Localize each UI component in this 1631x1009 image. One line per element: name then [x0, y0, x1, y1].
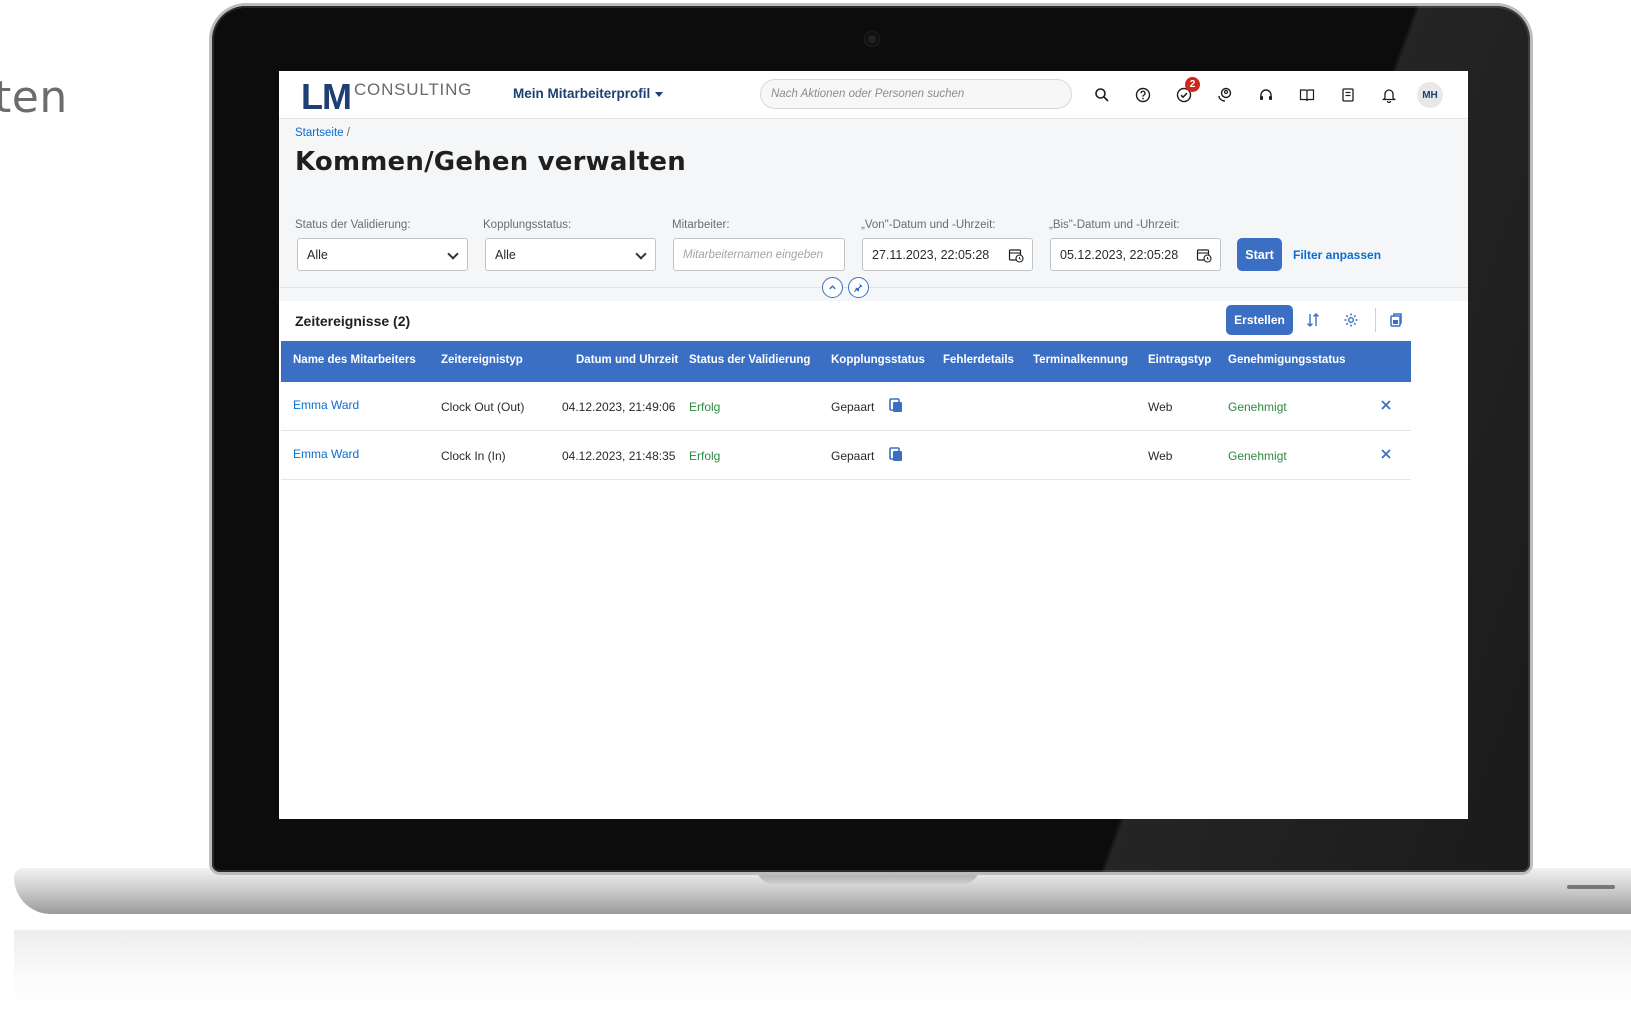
from-date-input[interactable]: 27.11.2023, 22:05:28 [862, 238, 1033, 271]
filter-divider [279, 287, 1468, 288]
table-header: Name des Mitarbeiters Zeitereignistyp Da… [281, 341, 1411, 382]
profile-menu[interactable]: Mein Mitarbeiterprofil [513, 86, 664, 101]
search-icon[interactable] [1081, 81, 1122, 109]
column-header[interactable]: Datum und Uhrzeit [576, 354, 678, 366]
to-date-input[interactable]: 05.12.2023, 22:05:28 [1050, 238, 1221, 271]
entry-type: Web [1148, 400, 1173, 414]
gear-icon[interactable] [1341, 310, 1361, 330]
profile-menu-label: Mein Mitarbeiterprofil [513, 86, 651, 101]
help-icon[interactable] [1122, 81, 1163, 109]
column-header[interactable]: Terminalkennung [1033, 354, 1128, 366]
employee-filter-label: Mitarbeiter: [672, 219, 730, 231]
sort-icon[interactable] [1303, 310, 1323, 330]
employee-name-link[interactable]: Emma Ward [293, 398, 359, 412]
bell-icon[interactable] [1368, 81, 1409, 109]
event-datetime: 04.12.2023, 21:49:06 [562, 400, 676, 414]
adapt-filters-link[interactable]: Filter anpassen [1293, 248, 1381, 262]
table-row[interactable]: Emma Ward Clock Out (Out) 04.12.2023, 21… [281, 382, 1411, 431]
company-logo[interactable]: LM CONSULTING [301, 77, 472, 117]
side-text: ten [0, 72, 68, 123]
book-icon[interactable] [1286, 81, 1327, 109]
pin-icon [853, 283, 863, 293]
delete-icon[interactable] [1378, 446, 1394, 462]
table-title: Zeitereignisse (2) [295, 313, 411, 329]
search-input[interactable] [760, 79, 1072, 109]
logo-sub: CONSULTING [353, 80, 473, 99]
validation-status: Erfolg [689, 449, 721, 463]
column-header[interactable]: Kopplungsstatus [831, 354, 925, 366]
approval-status: Genehmigt [1228, 449, 1287, 463]
notification-badge: 2 [1185, 77, 1200, 92]
approval-status: Genehmigt [1228, 400, 1287, 414]
event-type: Clock Out (Out) [441, 400, 525, 414]
column-header[interactable]: Eintragstyp [1148, 354, 1211, 366]
page-title: Kommen/Gehen verwalten [295, 147, 686, 177]
app-screen: LM CONSULTING Mein Mitarbeiterprofil 2 [279, 71, 1468, 819]
breadcrumb-separator: / [346, 127, 350, 139]
laptop-reflection [14, 930, 1631, 1009]
employee-filter-placeholder: Mitarbeiternamen eingeben [683, 248, 824, 261]
validation-status: Erfolg [689, 400, 721, 414]
delete-icon[interactable] [1378, 397, 1394, 413]
start-button[interactable]: Start [1237, 238, 1282, 271]
coupling-filter-select[interactable]: Alle [485, 238, 656, 271]
chevron-down-icon [447, 248, 459, 260]
from-date-label: „Von"-Datum und -Uhrzeit: [861, 219, 996, 231]
event-type: Clock In (In) [441, 449, 506, 463]
table-row[interactable]: Emma Ward Clock In (In) 04.12.2023, 21:4… [281, 431, 1411, 480]
paired-details-icon[interactable] [888, 397, 904, 413]
collapse-header-button[interactable] [822, 277, 843, 298]
export-icon[interactable] [1386, 310, 1406, 330]
chevron-up-icon [829, 285, 836, 290]
validation-filter-select[interactable]: Alle [297, 238, 468, 271]
employee-filter-input[interactable]: Mitarbeiternamen eingeben [673, 238, 845, 271]
marketing-image: ten LM CONSULTING Mein Mitarbeiterprofil [0, 0, 1631, 1009]
column-header[interactable]: Fehlerdetails [943, 354, 1014, 366]
tasks-icon[interactable]: 2 [1163, 77, 1204, 109]
employee-name-link[interactable]: Emma Ward [293, 447, 359, 461]
pin-header-button[interactable] [848, 277, 869, 298]
camera [865, 32, 879, 46]
paired-details-icon[interactable] [888, 446, 904, 462]
guide-icon[interactable] [1327, 81, 1368, 109]
column-header[interactable]: Zeitereignistyp [441, 354, 523, 366]
entry-type: Web [1148, 449, 1173, 463]
column-header[interactable]: Genehmigungsstatus [1228, 354, 1346, 366]
time-events-table: Zeitereignisse (2) Erstellen Name des Mi… [279, 301, 1468, 819]
to-date-value: 05.12.2023, 22:05:28 [1060, 247, 1179, 262]
coupling-filter-value: Alle [495, 247, 516, 262]
avatar[interactable]: MH [1417, 82, 1443, 108]
toolbar-separator [1375, 308, 1376, 332]
breadcrumb-home[interactable]: Startseite [295, 127, 344, 139]
coupling-status: Gepaart [831, 400, 875, 414]
event-datetime: 04.12.2023, 21:48:35 [562, 449, 676, 463]
coupling-status: Gepaart [831, 449, 875, 463]
laptop-slot [1567, 885, 1615, 889]
column-header[interactable]: Name des Mitarbeiters [293, 354, 416, 366]
coupling-filter-label: Kopplungsstatus: [483, 219, 572, 231]
validation-filter-label: Status der Validierung: [295, 219, 411, 231]
from-date-value: 27.11.2023, 22:05:28 [872, 247, 990, 262]
column-header[interactable]: Status der Validierung [689, 354, 810, 366]
shell-bar: LM CONSULTING Mein Mitarbeiterprofil 2 [279, 71, 1468, 119]
headset-icon[interactable] [1245, 81, 1286, 109]
shell-actions: 2 MH [1081, 77, 1443, 109]
calendar-icon[interactable] [1008, 247, 1024, 263]
validation-filter-value: Alle [307, 247, 328, 262]
chevron-down-icon [635, 248, 647, 260]
breadcrumb: Startseite / [295, 127, 350, 139]
calendar-icon[interactable] [1196, 247, 1212, 263]
caret-down-icon [655, 92, 664, 97]
to-date-label: „Bis"-Datum und -Uhrzeit: [1049, 219, 1180, 231]
create-button[interactable]: Erstellen [1226, 305, 1293, 335]
logo-main: LM [301, 76, 352, 117]
user-feedback-icon[interactable] [1204, 81, 1245, 109]
